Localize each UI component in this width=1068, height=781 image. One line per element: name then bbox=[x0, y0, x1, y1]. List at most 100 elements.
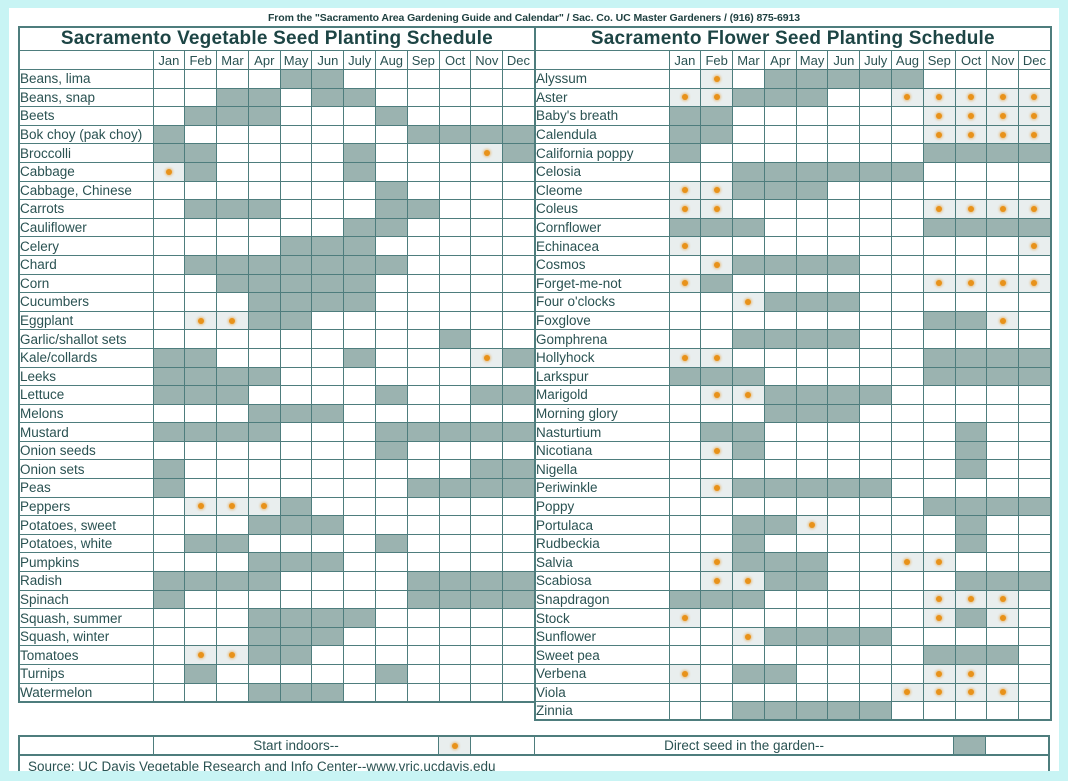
vegetable-cell-apr bbox=[247, 69, 281, 89]
flower-cell-jan bbox=[668, 347, 702, 368]
flower-cell-oct bbox=[954, 496, 988, 517]
flower-cell-nov bbox=[986, 385, 1020, 405]
flower-panel-title: Sacramento Flower Seed Planting Schedule bbox=[534, 26, 1052, 51]
vegetable-cell-feb bbox=[184, 143, 218, 163]
flower-cell-sep bbox=[922, 664, 956, 684]
flower-cell-dec bbox=[1018, 440, 1052, 461]
flower-cell-sep bbox=[922, 478, 956, 498]
vegetable-cell-may bbox=[279, 69, 313, 89]
flower-cell-apr bbox=[763, 385, 797, 405]
flower-cell-jun bbox=[827, 664, 861, 684]
flower-cell-july bbox=[859, 626, 893, 647]
vegetable-cell-nov bbox=[470, 422, 504, 442]
vegetable-cell-jun bbox=[311, 533, 345, 554]
vegetable-row-label: Leeks bbox=[18, 366, 154, 387]
flower-cell-jun bbox=[827, 143, 861, 163]
vegetable-cell-july bbox=[343, 273, 377, 294]
vegetable-cell-mar bbox=[216, 366, 249, 387]
flower-row-label: Forget-me-not bbox=[534, 273, 670, 294]
flower-cell-mar bbox=[732, 422, 765, 442]
vegetable-cell-july bbox=[343, 106, 377, 126]
flower-cell-mar bbox=[732, 459, 765, 480]
vegetable-cell-dec bbox=[502, 552, 536, 573]
vegetable-cell-jan bbox=[152, 236, 186, 256]
vegetable-cell-oct bbox=[438, 199, 472, 219]
flower-cell-nov bbox=[986, 161, 1020, 182]
flower-cell-oct bbox=[954, 180, 988, 201]
flower-panel: Sacramento Flower Seed Planting Schedule… bbox=[534, 26, 1052, 722]
vegetable-row-label: Pumpkins bbox=[18, 552, 154, 573]
flower-cell-jan bbox=[668, 292, 702, 312]
vegetable-cell-dec bbox=[502, 124, 536, 145]
flower-cell-jun bbox=[827, 701, 861, 721]
flower-cell-aug bbox=[891, 589, 924, 610]
vegetable-cell-dec bbox=[502, 292, 536, 312]
table-row: Watermelon bbox=[18, 682, 536, 703]
flower-cell-mar bbox=[732, 124, 765, 145]
flower-cell-feb bbox=[700, 217, 734, 238]
table-row: Peppers bbox=[18, 496, 536, 517]
flower-cell-apr bbox=[763, 180, 797, 201]
flower-cell-apr bbox=[763, 608, 797, 628]
vegetable-cell-mar bbox=[216, 217, 249, 238]
legend-blank-middle bbox=[471, 737, 535, 754]
flower-row-label: Hollyhock bbox=[534, 347, 670, 368]
flower-cell-jun bbox=[827, 682, 861, 703]
flower-cell-dec bbox=[1018, 515, 1052, 535]
vegetable-cell-sep bbox=[406, 403, 440, 424]
vegetable-month-header-dec: Dec bbox=[502, 50, 536, 70]
flower-cell-sep bbox=[922, 87, 956, 108]
vegetable-cell-apr bbox=[247, 366, 281, 387]
flower-row-label: Sunflower bbox=[534, 626, 670, 647]
flower-cell-jun bbox=[827, 403, 861, 424]
vegetable-cell-mar bbox=[216, 403, 249, 424]
vegetable-cell-feb bbox=[184, 236, 218, 256]
flower-cell-feb bbox=[700, 422, 734, 442]
schedule-sheet: From the "Sacramento Area Gardening Guid… bbox=[9, 8, 1059, 771]
flower-cell-jan bbox=[668, 385, 702, 405]
table-row: Squash, summer bbox=[18, 608, 536, 628]
flower-cell-feb bbox=[700, 440, 734, 461]
vegetable-cell-aug bbox=[375, 589, 408, 610]
vegetable-cell-mar bbox=[216, 385, 249, 405]
vegetable-cell-oct bbox=[438, 87, 472, 108]
table-row: Melons bbox=[18, 403, 536, 424]
flower-row-label: Cornflower bbox=[534, 217, 670, 238]
vegetable-cell-mar bbox=[216, 478, 249, 498]
flower-row-label: Sweet pea bbox=[534, 645, 670, 665]
flower-cell-mar bbox=[732, 161, 765, 182]
vegetable-cell-oct bbox=[438, 459, 472, 480]
vegetable-cell-dec bbox=[502, 682, 536, 703]
vegetable-cell-jun bbox=[311, 254, 345, 275]
flower-cell-jun bbox=[827, 552, 861, 573]
flower-cell-may bbox=[795, 645, 829, 665]
flower-cell-jun bbox=[827, 366, 861, 387]
vegetable-cell-sep bbox=[406, 180, 440, 201]
vegetable-cell-feb bbox=[184, 664, 218, 684]
flower-cell-sep bbox=[922, 217, 956, 238]
flower-table: Sacramento Flower Seed Planting Schedule… bbox=[534, 26, 1052, 722]
vegetable-cell-sep bbox=[406, 254, 440, 275]
vegetable-name-column-header bbox=[18, 50, 154, 70]
vegetable-row-label: Watermelon bbox=[18, 682, 154, 703]
flower-cell-feb bbox=[700, 459, 734, 480]
flower-cell-dec bbox=[1018, 236, 1052, 256]
vegetable-cell-feb bbox=[184, 571, 218, 591]
vegetable-cell-sep bbox=[406, 161, 440, 182]
vegetable-cell-nov bbox=[470, 440, 504, 461]
flower-row-label: Marigold bbox=[534, 385, 670, 405]
flower-cell-sep bbox=[922, 106, 956, 126]
vegetable-cell-aug bbox=[375, 366, 408, 387]
vegetable-cell-oct bbox=[438, 682, 472, 703]
flower-cell-aug bbox=[891, 403, 924, 424]
flower-cell-apr bbox=[763, 273, 797, 294]
vegetable-cell-sep bbox=[406, 236, 440, 256]
flower-cell-jun bbox=[827, 496, 861, 517]
flower-month-header-row: Jan Feb Mar Apr May Jun July Aug Sep Oct Nov Dec bbox=[534, 50, 1052, 70]
flower-cell-jun bbox=[827, 69, 861, 89]
flower-row-label: Baby's breath bbox=[534, 106, 670, 126]
vegetable-cell-apr bbox=[247, 608, 281, 628]
vegetable-cell-jan bbox=[152, 496, 186, 517]
flower-cell-july bbox=[859, 645, 893, 665]
flower-cell-apr bbox=[763, 254, 797, 275]
